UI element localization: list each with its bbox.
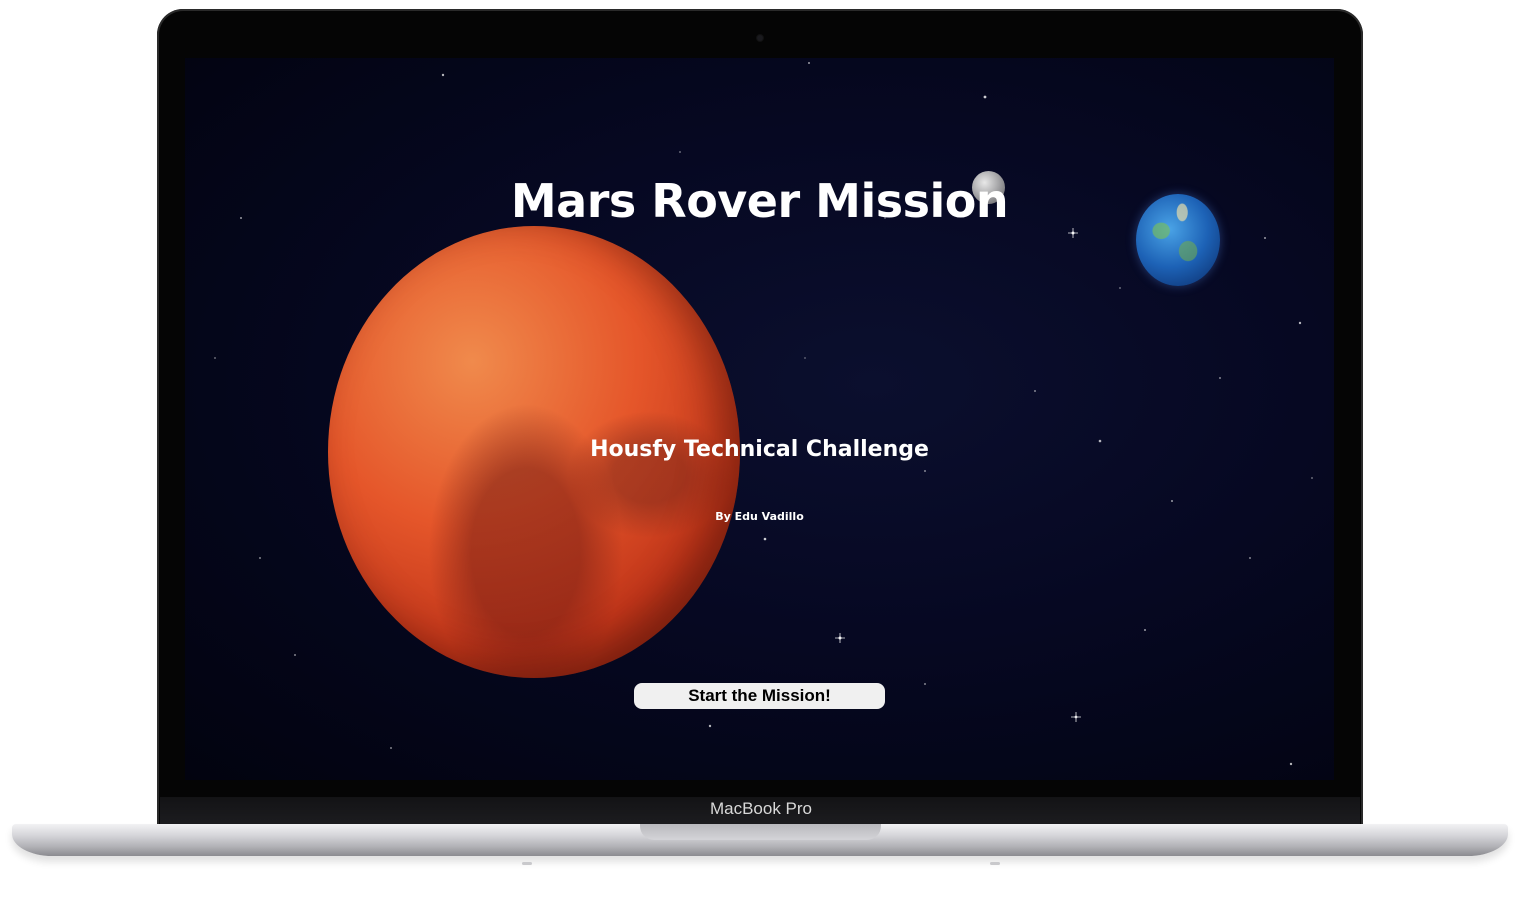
webcam-icon: [757, 35, 763, 41]
app-screen: Mars Rover Mission Housfy Technical Chal…: [185, 58, 1334, 780]
laptop-foot: [522, 862, 532, 865]
laptop-mockup: Mars Rover Mission Housfy Technical Chal…: [0, 0, 1522, 907]
brand-label: MacBook Pro: [709, 799, 813, 818]
laptop-notch: [640, 824, 881, 840]
page-title: Mars Rover Mission: [510, 174, 1009, 228]
author-byline: By Edu Vadillo: [715, 510, 804, 523]
page-subtitle: Housfy Technical Challenge: [590, 437, 929, 462]
start-mission-button[interactable]: Start the Mission!: [634, 683, 885, 709]
laptop-foot: [990, 862, 1000, 865]
